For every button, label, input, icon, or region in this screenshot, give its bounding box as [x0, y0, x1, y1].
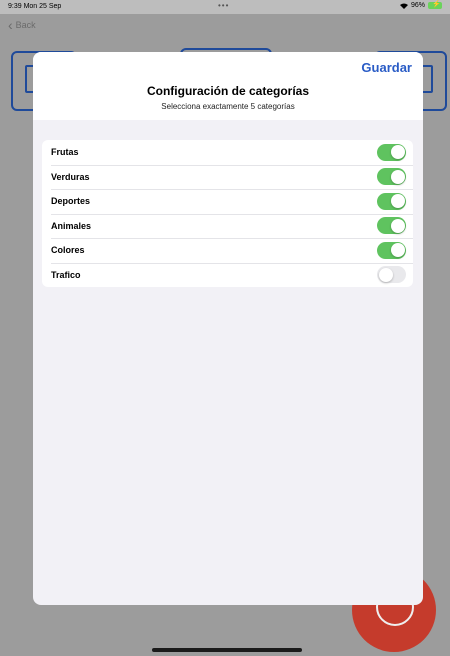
- battery-percent: 96%: [410, 2, 425, 9]
- home-indicator: [152, 648, 302, 652]
- category-toggle[interactable]: [377, 168, 406, 186]
- chevron-left-icon: ‹: [8, 17, 13, 33]
- category-label: Deportes: [51, 196, 91, 207]
- battery-icon: [428, 0, 442, 9]
- modal-subtitle: Selecciona exactamente 5 categorías: [161, 102, 295, 111]
- back-button[interactable]: ‹ Back: [8, 17, 36, 33]
- toggle-knob: [390, 169, 405, 184]
- category-list: Frutas Verduras Deportes Animales Colore…: [42, 140, 413, 287]
- category-label: Colores: [51, 245, 85, 256]
- category-row-animales: Animales: [42, 213, 413, 239]
- back-label: Back: [15, 20, 36, 30]
- category-label: Trafico: [51, 269, 81, 280]
- toggle-knob: [390, 194, 405, 209]
- status-dots: •••: [218, 1, 230, 10]
- category-toggle[interactable]: [377, 143, 406, 161]
- status-indicators: 96%: [399, 0, 442, 9]
- save-button[interactable]: Guardar: [361, 60, 412, 75]
- toggle-knob: [390, 218, 405, 233]
- category-label: Verduras: [51, 171, 90, 182]
- category-toggle[interactable]: [377, 241, 406, 259]
- category-toggle[interactable]: [377, 266, 406, 284]
- category-settings-modal: Guardar Configuración de categorías Sele…: [33, 52, 423, 605]
- category-row-verduras: Verduras: [42, 164, 413, 190]
- toggle-knob: [390, 145, 405, 160]
- modal-title: Configuración de categorías: [146, 84, 310, 98]
- category-row-colores: Colores: [42, 238, 413, 263]
- category-toggle[interactable]: [377, 192, 406, 210]
- category-label: Frutas: [51, 147, 79, 158]
- status-time: 9:39 Mon 25 Sep: [8, 3, 62, 10]
- wifi-icon: [399, 3, 408, 9]
- category-row-deportes: Deportes: [42, 189, 413, 214]
- category-toggle[interactable]: [377, 217, 406, 235]
- toggle-knob: [390, 243, 405, 258]
- toggle-knob: [378, 267, 393, 282]
- category-row-trafico: Trafico: [42, 262, 413, 288]
- status-bar: 9:39 Mon 25 Sep ••• 96%: [0, 0, 450, 14]
- category-label: Animales: [51, 220, 92, 231]
- category-row-frutas: Frutas: [42, 140, 413, 165]
- modal-header: Guardar Configuración de categorías Sele…: [33, 52, 423, 120]
